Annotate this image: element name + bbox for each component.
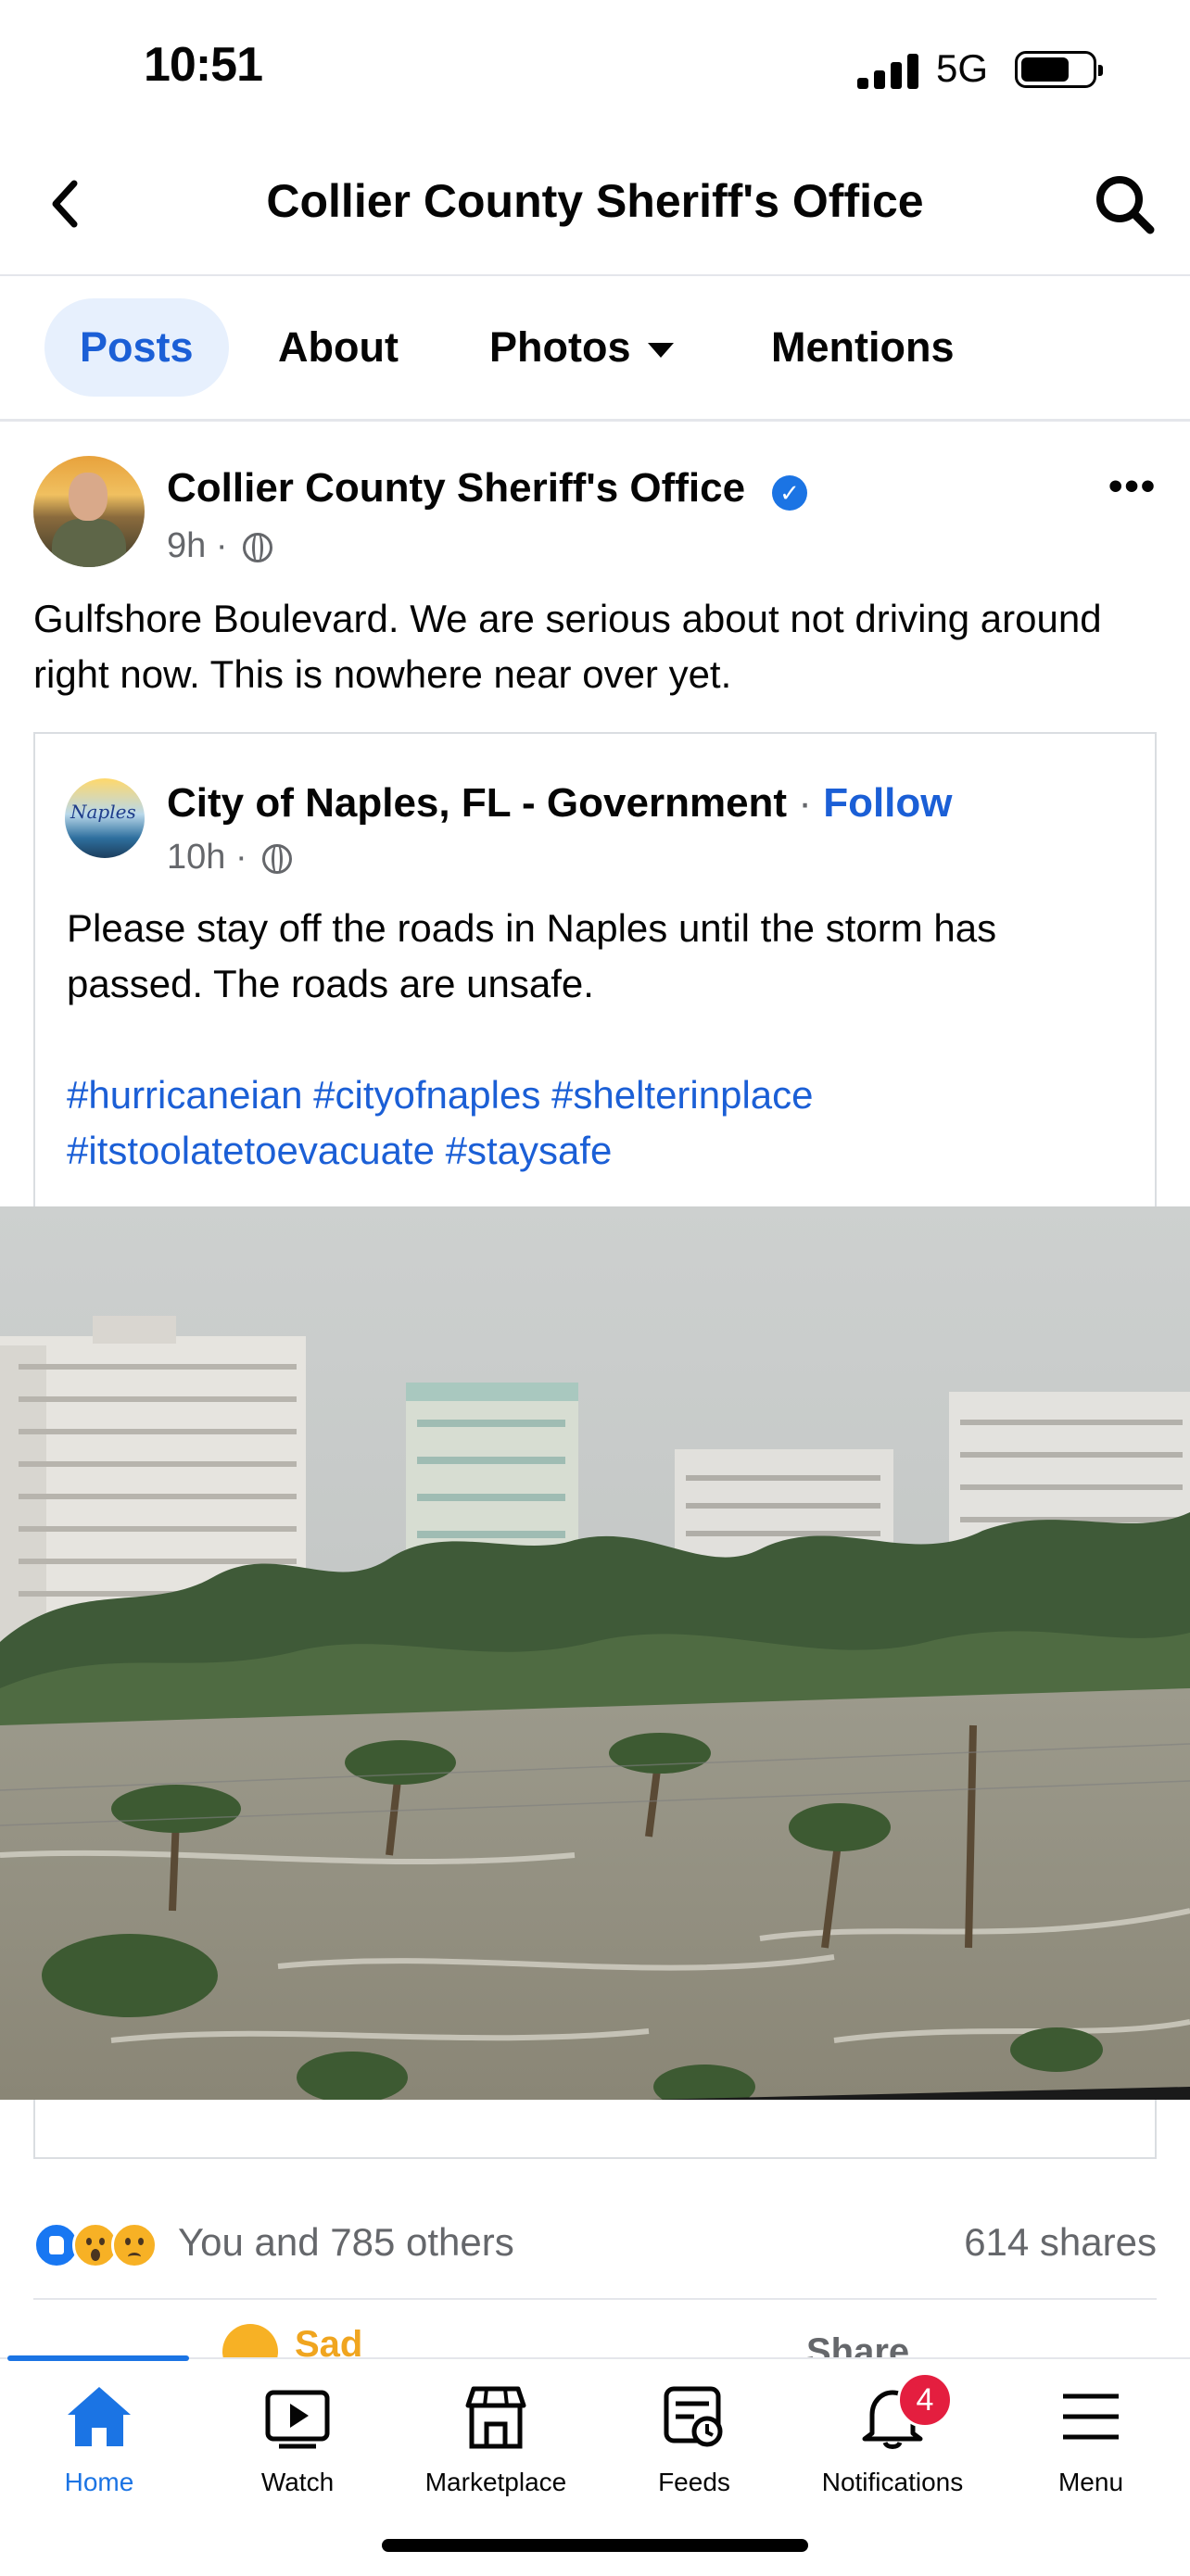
nav-feeds[interactable]: Feeds (595, 2381, 793, 2497)
tab-posts[interactable]: Posts (44, 298, 229, 397)
nav-menu-label: Menu (1057, 2468, 1124, 2496)
caret-down-icon (647, 343, 674, 359)
follow-button[interactable]: Follow (823, 780, 952, 826)
battery-icon (1015, 51, 1103, 88)
tab-about-label: About (278, 323, 399, 371)
nav-notifications-label: Notifications (821, 2468, 964, 2496)
hashtags[interactable]: #hurricaneian #cityofnaples #shelterinpl… (67, 1067, 1123, 1179)
nav-menu[interactable]: Menu (992, 2381, 1190, 2497)
more-options-icon[interactable]: ••• (1108, 463, 1157, 510)
tab-photos-label: Photos (489, 323, 631, 371)
tab-photos[interactable]: Photos (489, 298, 674, 397)
shared-meta-separator: · (234, 838, 247, 877)
watch-icon (265, 2390, 330, 2449)
menu-icon (1063, 2393, 1119, 2440)
tabs-divider (0, 419, 1190, 422)
status-time: 10:51 (144, 38, 263, 92)
tab-mentions-label: Mentions (771, 323, 955, 371)
shared-meta: 10h · (167, 838, 293, 878)
nav-feeds-label: Feeds (658, 2468, 730, 2496)
post-text: Gulfshore Boulevard. We are serious abou… (33, 597, 1102, 696)
nav-home[interactable]: Home (0, 2381, 198, 2497)
author-avatar[interactable] (33, 456, 145, 567)
flood-photo[interactable] (0, 1206, 1190, 2100)
sad-reaction-icon (111, 2222, 158, 2268)
search-icon[interactable] (1092, 171, 1157, 236)
nav-home-label: Home (64, 2468, 134, 2496)
meta-separator: · (215, 526, 228, 565)
nav-marketplace-label: Marketplace (424, 2468, 567, 2496)
nav-watch[interactable]: Watch (198, 2381, 397, 2497)
home-icon (68, 2387, 131, 2446)
actions-divider (33, 2298, 1157, 2300)
shared-author[interactable]: City of Naples, FL - Government (167, 780, 787, 826)
post-meta: 9h · (167, 526, 273, 566)
post-author[interactable]: Collier County Sheriff's Office (167, 465, 745, 511)
shared-separator: · (787, 780, 824, 826)
shared-author-avatar[interactable]: Naples (65, 778, 145, 858)
page-title: Collier County Sheriff's Office (266, 175, 924, 227)
home-indicator (382, 2539, 808, 2552)
nav-notifications[interactable]: Notifications (793, 2381, 992, 2497)
shared-author-line: City of Naples, FL - Government · Follow (167, 780, 953, 827)
network-type: 5G (936, 46, 989, 90)
notifications-badge: 4 (897, 2372, 953, 2428)
share-count[interactable]: 614 shares (964, 2220, 1157, 2265)
tab-posts-label: Posts (80, 323, 194, 371)
globe-icon (243, 532, 273, 562)
shared-time[interactable]: 10h (167, 838, 225, 877)
verified-badge-icon: ✓ (772, 475, 807, 511)
header-divider (0, 274, 1190, 276)
shared-avatar-text: Naples (70, 801, 136, 823)
shared-text: Please stay off the roads in Naples unti… (67, 906, 997, 1005)
reaction-count[interactable]: You and 785 others (178, 2220, 514, 2265)
tab-mentions[interactable]: Mentions (771, 298, 955, 397)
nav-active-indicator (7, 2355, 189, 2361)
nav-marketplace[interactable]: Marketplace (397, 2381, 595, 2497)
feeds-icon (664, 2386, 723, 2447)
post-time[interactable]: 9h (167, 526, 206, 565)
globe-icon (262, 843, 293, 874)
nav-watch-label: Watch (260, 2468, 335, 2496)
marketplace-icon (465, 2386, 526, 2449)
tab-about[interactable]: About (278, 298, 399, 397)
signal-icon (857, 54, 918, 89)
